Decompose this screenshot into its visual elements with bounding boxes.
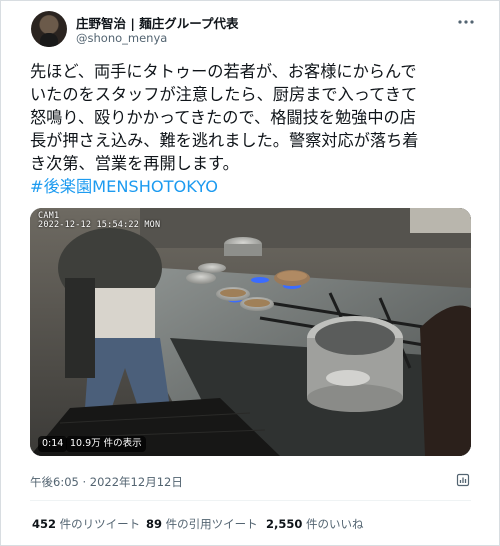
quotes-count: 89 — [146, 517, 163, 531]
kitchen-cctv-image — [30, 208, 471, 456]
tweet-line: 怒鳴り、殴りかかってきたので、格闘技を勉強中の店 — [30, 108, 416, 127]
cctv-overlay: CAM1 2022-12-12 15:54:22 MON — [38, 212, 160, 230]
more-options-icon[interactable] — [456, 12, 476, 32]
likes-label: 件のいいね — [306, 517, 364, 531]
video-duration-badge: 0:14 — [38, 436, 68, 452]
likes-count: 2,550 — [266, 517, 303, 531]
divider — [30, 500, 471, 501]
retweets-stat[interactable]: 452 件のリツイート — [32, 516, 140, 532]
analytics-icon-glyph — [456, 473, 470, 487]
more-options-icon-glyph — [458, 20, 474, 24]
camera-datetime: 2022-12-12 15:54:22 MON — [38, 220, 161, 230]
analytics-icon[interactable] — [456, 472, 470, 487]
author-handle[interactable]: @shono_menya — [76, 31, 167, 45]
tweet-line: 先ほど、両手にタトゥーの若者が、お客様にからんで — [30, 62, 417, 81]
quotes-stat[interactable]: 89 件の引用ツイート — [146, 516, 258, 532]
video-player[interactable]: CAM1 2022-12-12 15:54:22 MON 0:14 10.9万 … — [30, 208, 471, 456]
hashtag-link[interactable]: #後楽園MENSHOTOKYO — [30, 175, 475, 198]
tweet-text: 先ほど、両手にタトゥーの若者が、お客様にからんで いたのをスタッフが注意したら、… — [30, 60, 475, 198]
likes-stat[interactable]: 2,550 件のいいね — [266, 516, 364, 532]
tweet-line: 長が押さえ込み、難を逃れました。警察対応が落ち着 — [30, 131, 419, 150]
retweets-label: 件のリツイート — [59, 517, 141, 531]
tweet-timestamp[interactable]: 午後6:05 · 2022年12月12日 — [30, 474, 183, 490]
tweet-line: いたのをスタッフが注意したら、厨房まで入ってきて — [30, 85, 418, 104]
retweets-count: 452 — [32, 517, 57, 531]
author-name[interactable]: 庄野智治 | 麺庄グループ代表 — [76, 13, 239, 32]
avatar[interactable] — [31, 11, 67, 47]
quotes-label: 件の引用ツイート — [165, 517, 258, 531]
view-count-badge: 10.9万 件の表示 — [66, 436, 146, 452]
tweet-line: き次第、営業を再開します。 — [30, 154, 239, 173]
